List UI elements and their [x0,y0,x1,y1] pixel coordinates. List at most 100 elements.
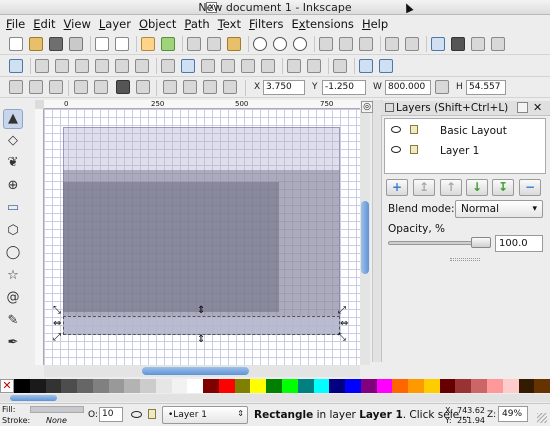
opacity-slider-knob[interactable] [471,237,491,248]
vertical-scroll-thumb[interactable] [361,201,369,274]
insert-node-icon[interactable] [35,59,49,73]
eye-icon[interactable] [391,146,401,153]
color-swatch[interactable] [171,379,188,393]
add-layer-button[interactable]: + [386,179,408,196]
layer-row[interactable]: Layer 1 [385,142,545,160]
color-swatch[interactable] [187,379,204,393]
scale-handle-ne[interactable]: ⤢ [338,306,346,316]
pen-tool-icon[interactable]: ✒ [3,334,23,354]
zoom-drawing-icon[interactable] [273,37,287,51]
make-symmetric-icon[interactable] [201,59,215,73]
color-swatch[interactable] [408,379,424,393]
make-smooth-icon[interactable] [181,59,195,73]
color-swatch[interactable] [518,379,535,393]
flip-vertical-icon[interactable] [136,80,150,94]
color-swatch[interactable] [92,379,109,393]
selector-tool-icon[interactable]: ▲ [3,109,23,129]
zoom-tool-icon[interactable]: ⊕ [3,177,23,197]
delete-node-icon[interactable] [55,59,69,73]
scale-handle-sw[interactable]: ⤢ [53,333,61,343]
color-swatch[interactable] [250,379,267,393]
color-swatch[interactable] [345,379,361,393]
color-swatch[interactable] [486,379,503,393]
panel-toggle-icon[interactable]: ◎ [361,101,373,113]
delete-layer-button[interactable]: − [519,179,541,196]
break-path-icon[interactable] [95,59,109,73]
scale-handle-nw[interactable]: ⤡ [53,306,61,316]
import-icon[interactable] [95,37,109,51]
menu-help[interactable]: Help [360,15,394,33]
object-to-path-icon[interactable] [287,59,301,73]
color-swatch[interactable] [313,379,330,393]
menu-file[interactable]: File [4,15,31,33]
zoom-selection-icon[interactable] [253,37,267,51]
menu-edit[interactable]: Edit [31,15,61,33]
lock-icon[interactable] [410,125,418,134]
scale-handle-se[interactable]: ⤡ [338,333,346,343]
star-tool-icon[interactable]: ☆ [3,267,23,287]
color-swatch[interactable] [77,379,93,393]
lower-icon[interactable] [203,80,217,94]
menu-layer[interactable]: Layer [97,15,137,33]
w-field[interactable]: 800.000 [385,80,431,95]
color-swatch[interactable] [376,379,393,393]
visibility-eye-icon[interactable] [131,411,142,418]
raise-icon[interactable] [183,80,197,94]
pencil-tool-icon[interactable]: ✎ [3,312,23,332]
color-swatch[interactable] [439,379,456,393]
join-nodes-icon[interactable] [75,59,89,73]
lock-icon[interactable] [410,145,418,154]
fill-swatch[interactable] [30,406,84,413]
move-top-button[interactable]: ↥ [413,179,435,196]
paste-icon[interactable] [227,37,241,51]
resize-grip-icon[interactable] [537,413,547,423]
selected-rectangle[interactable] [63,316,340,335]
color-swatch[interactable] [45,379,62,393]
show-clip-icon[interactable] [333,59,347,73]
color-swatch[interactable] [14,379,30,393]
flip-horizontal-icon[interactable] [116,80,130,94]
new-document-icon[interactable] [9,37,23,51]
line-segment-icon[interactable] [241,59,255,73]
redo-icon[interactable] [161,37,175,51]
ellipse-tool-icon[interactable]: ◯ [3,244,23,264]
drawing-canvas[interactable]: ⤡ ⇕ ⤢ ⇔ ⇔ ⤢ ⇕ ⤡ [44,109,360,365]
y-field[interactable]: -1.250 [322,80,366,95]
color-swatch[interactable] [392,379,409,393]
rotate-cw-icon[interactable] [94,80,108,94]
palette-scroll-thumb[interactable] [10,395,57,401]
spiral-tool-icon[interactable]: @ [3,289,23,309]
lock-ratio-icon[interactable] [435,80,449,94]
deselect-icon[interactable] [49,80,63,94]
preferences-icon[interactable] [491,37,505,51]
raise-layer-button[interactable]: ↑ [440,179,462,196]
select-all-layers-icon[interactable] [29,80,43,94]
color-swatch[interactable] [297,379,314,393]
no-paint-swatch[interactable]: ✕ [0,379,14,393]
save-icon[interactable] [49,37,63,51]
color-swatch[interactable] [140,379,156,393]
lower-bottom-icon[interactable] [223,80,237,94]
color-swatch[interactable] [534,379,550,393]
undo-icon[interactable] [141,37,155,51]
opacity-short-field[interactable]: 10 [99,407,123,422]
menu-path[interactable]: Path [182,15,215,33]
color-swatch[interactable] [155,379,172,393]
node-tool-icon[interactable] [9,59,23,73]
menu-view[interactable]: View [62,15,97,33]
clone-icon[interactable] [339,37,353,51]
unlink-clone-icon[interactable] [359,37,373,51]
opacity-field[interactable]: 100.0 [495,235,543,252]
move-bottom-button[interactable]: ↧ [492,179,514,196]
make-auto-icon[interactable] [221,59,235,73]
color-swatch[interactable] [502,379,519,393]
delete-segment-icon[interactable] [135,59,149,73]
color-swatch[interactable] [329,379,346,393]
print-icon[interactable] [69,37,83,51]
vertical-ruler[interactable] [35,109,44,365]
x-field[interactable]: 3.750 [263,80,305,95]
eye-icon[interactable] [391,126,401,133]
rotate-ccw-icon[interactable] [74,80,88,94]
color-swatch[interactable] [234,379,251,393]
menu-text[interactable]: Text [216,15,247,33]
